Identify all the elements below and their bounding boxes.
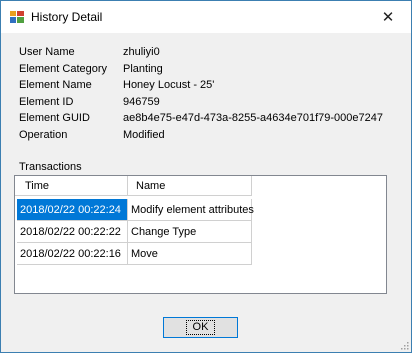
info-value: Planting [123, 62, 163, 75]
info-value: zhuliyi0 [123, 46, 160, 58]
info-value: Honey Locust - 25' [123, 79, 215, 91]
name-cell[interactable]: Move [128, 243, 252, 265]
transactions-label: Transactions [19, 161, 82, 173]
column-header-time[interactable]: Time [17, 176, 128, 196]
name-cell[interactable]: Modify element attributes [128, 199, 254, 221]
column-header-name[interactable]: Name [128, 176, 252, 196]
info-value: Modified [123, 128, 165, 141]
ok-button[interactable]: OK [163, 317, 238, 338]
time-cell[interactable]: 2018/02/22 00:22:24 [17, 199, 128, 221]
history-app-icon [10, 11, 24, 23]
info-label: Element Name [19, 79, 92, 91]
history-detail-window: History Detail ✕ User Name zhuliyi0 Elem… [0, 0, 412, 353]
window-title: History Detail [31, 10, 103, 24]
time-cell[interactable]: 2018/02/22 00:22:16 [17, 243, 128, 265]
info-label: Element Category [19, 62, 108, 75]
info-label: Operation [19, 128, 68, 141]
title-bar[interactable]: History Detail ✕ [1, 1, 411, 33]
name-cell[interactable]: Change Type [128, 221, 252, 243]
ok-button-label: OK [185, 320, 216, 335]
time-cell[interactable]: 2018/02/22 00:22:22 [17, 221, 128, 243]
info-label: Element ID [19, 95, 74, 108]
transactions-grid[interactable]: Time Name 2018/02/22 00:22:24 Modify ele… [14, 175, 387, 294]
info-value: 946759 [123, 95, 160, 108]
close-button[interactable]: ✕ [365, 1, 411, 33]
resize-grip-icon[interactable] [399, 340, 409, 350]
close-icon: ✕ [381, 9, 395, 26]
info-label: Element GUID [19, 112, 90, 124]
info-value: ae8b4e75-e47d-473a-8255-a4634e701f79-000… [123, 112, 383, 124]
info-label: User Name [19, 46, 75, 58]
